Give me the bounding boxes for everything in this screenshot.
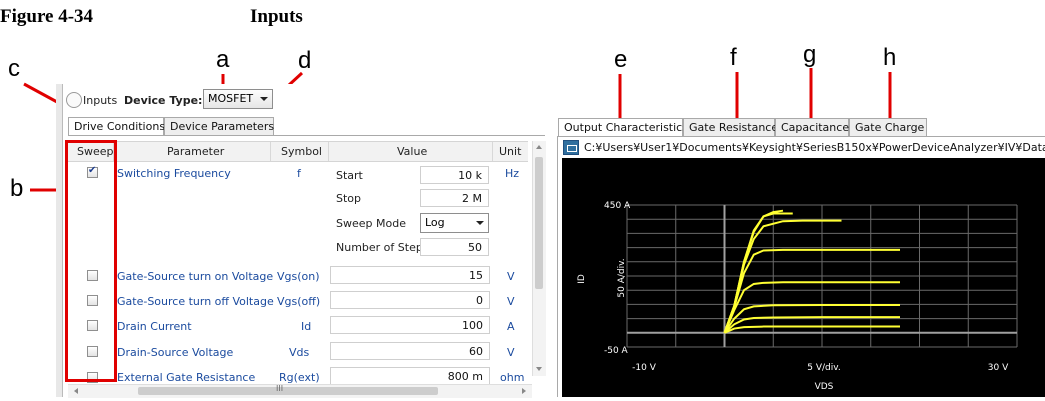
- data-file-path: C:¥Users¥User1¥Documents¥Keysight¥Series…: [584, 141, 1045, 154]
- param-gate-source-turn-on-voltage: Gate-Source turn on Voltage: [117, 270, 274, 283]
- param-drain-current: Drain Current: [117, 320, 192, 333]
- open-folder-icon[interactable]: [563, 140, 579, 155]
- device-type-value: MOSFET: [208, 92, 254, 105]
- unit-vgs-off: V: [507, 295, 515, 308]
- start-label: Start: [336, 169, 363, 182]
- number-of-step-label: Number of Step: [336, 241, 423, 254]
- unit-switching-frequency: Hz: [505, 167, 520, 180]
- device-type-label: Device Type:: [124, 94, 203, 107]
- x-max-label: 30 V: [988, 363, 1009, 373]
- param-external-gate-resistance: External Gate Resistance: [117, 371, 256, 384]
- value-input-vds[interactable]: 60: [330, 342, 490, 360]
- scroll-up-icon[interactable]: [536, 145, 542, 149]
- grid-horizontal-scrollbar[interactable]: III: [68, 384, 532, 398]
- chevron-down-icon: [476, 221, 484, 225]
- param-drain-source-voltage: Drain-Source Voltage: [117, 346, 234, 359]
- symbol-rg-ext: Rg(ext): [279, 371, 320, 384]
- chart-svg: 450 A -50 A-10 V 30 V 5 V/div. VDS 50 A/div. I…: [577, 201, 1018, 392]
- folder-glyph: [567, 145, 577, 152]
- y-min-label: -50 A: [604, 346, 629, 356]
- unit-id: A: [507, 320, 515, 333]
- chevron-down-icon: [260, 97, 268, 101]
- inputs-label: Inputs: [83, 94, 118, 107]
- symbol-id: Id: [301, 320, 312, 333]
- scroll-grip: III: [276, 384, 284, 393]
- tab-output-characteristics[interactable]: Output Characteristics: [558, 118, 688, 137]
- stop-label: Stop: [336, 192, 362, 205]
- stop-value-input[interactable]: 2 M: [420, 189, 489, 207]
- unit-rg-ext: ohm: [500, 371, 525, 384]
- col-divider: [270, 142, 271, 161]
- scroll-left-icon[interactable]: [74, 388, 78, 394]
- symbol-vgs-off: Vgs(off): [277, 295, 321, 308]
- col-parameter: Parameter: [167, 145, 225, 158]
- device-type-select[interactable]: MOSFET: [203, 89, 273, 109]
- inputs-radio[interactable]: [66, 92, 82, 108]
- series-line-7: [723, 316, 900, 334]
- grid-header: Sweep Parameter Symbol Value Unit: [68, 141, 528, 162]
- param-gate-source-turn-off-voltage: Gate-Source turn off Voltage: [117, 295, 274, 308]
- col-unit: Unit: [499, 145, 522, 158]
- col-symbol: Symbol: [281, 145, 322, 158]
- param-switching-frequency: Switching Frequency: [117, 167, 231, 180]
- scroll-thumb[interactable]: [535, 157, 543, 289]
- scroll-down-icon[interactable]: [536, 367, 542, 371]
- tab-gate-charge[interactable]: Gate Charge: [849, 118, 927, 137]
- symbol-vgs-on: Vgs(on): [277, 270, 320, 283]
- tab-capacitance[interactable]: Capacitance: [775, 118, 849, 137]
- right-panel-border: [557, 137, 558, 397]
- value-input-id[interactable]: 100: [330, 316, 490, 334]
- tab-device-parameters[interactable]: Device Parameters: [164, 117, 274, 136]
- number-of-step-input[interactable]: 50: [420, 238, 489, 256]
- col-divider: [492, 142, 493, 161]
- symbol-switching-frequency: f: [297, 167, 301, 180]
- tab-gate-resistance[interactable]: Gate Resistance: [683, 118, 778, 137]
- series-line-4: [723, 248, 900, 334]
- grid-vertical-scrollbar[interactable]: [532, 141, 546, 376]
- start-value-input[interactable]: 10 k: [420, 166, 489, 184]
- x-div-label: 5 V/div.: [807, 363, 840, 373]
- tab-drive-conditions[interactable]: Drive Conditions: [68, 117, 165, 136]
- right-tab-baseline: [557, 136, 1045, 137]
- x-axis-label: VDS: [815, 382, 834, 392]
- scroll-right-icon[interactable]: [522, 388, 526, 394]
- symbol-vds: Vds: [289, 346, 310, 359]
- y-div-label: 50 A/div.: [617, 258, 627, 297]
- sweep-column-highlight: [65, 140, 117, 382]
- unit-vgs-on: V: [507, 270, 515, 283]
- y-max-label: 450 A: [604, 201, 631, 211]
- tab-baseline: [68, 135, 545, 136]
- sweep-mode-select[interactable]: Log: [420, 213, 489, 233]
- value-input-vgs-on[interactable]: 15: [330, 266, 490, 284]
- col-divider: [328, 142, 329, 161]
- col-value: Value: [397, 145, 428, 158]
- scroll-thumb[interactable]: III: [138, 384, 438, 395]
- output-characteristics-chart: 450 A -50 A -10 V 30 V 5 V/div. VDS 50 A/div. I…: [562, 158, 1045, 397]
- unit-vds: V: [507, 346, 515, 359]
- value-input-vgs-off[interactable]: 0: [330, 291, 490, 309]
- y-axis-label: ID: [577, 274, 587, 284]
- value-input-rg-ext[interactable]: 800 m: [330, 367, 490, 385]
- panel-splitter[interactable]: [56, 84, 63, 397]
- x-min-label: -10 V: [632, 363, 657, 373]
- sweep-mode-value: Log: [425, 216, 445, 229]
- sweep-mode-label: Sweep Mode: [336, 217, 406, 230]
